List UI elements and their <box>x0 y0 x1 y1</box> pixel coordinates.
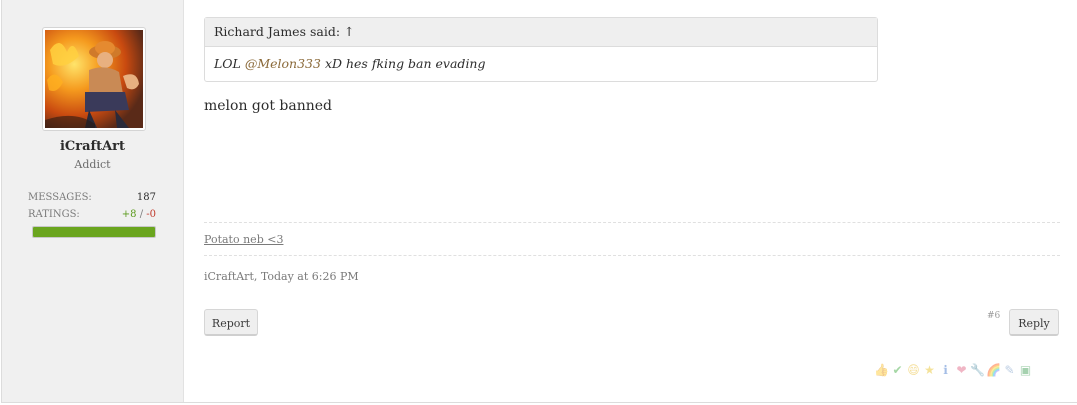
ratings-negative: -0 <box>146 209 156 220</box>
signature-link[interactable]: Potato neb <3 <box>204 233 283 246</box>
ratings-separator: / <box>136 209 147 220</box>
user-title: Addict <box>74 158 111 171</box>
reply-button[interactable]: Reply <box>1009 309 1059 336</box>
rating-bar-fill <box>33 227 155 237</box>
post-number[interactable]: #6 <box>987 311 1000 321</box>
report-button[interactable]: Report <box>204 309 258 336</box>
quote-text: LOL @Melon333 xD hes fking ban evading <box>205 47 877 81</box>
quote-mention-link[interactable]: @Melon333 <box>245 56 321 71</box>
love-icon[interactable]: ❤ <box>954 363 969 377</box>
username[interactable]: iCraftArt <box>2 139 183 154</box>
messages-value[interactable]: 187 <box>137 192 156 203</box>
ratings-positive: +8 <box>121 209 137 220</box>
post-container: iCraftArt Addict MESSAGES: 187 RATINGS: … <box>1 0 1077 403</box>
signature-divider <box>204 222 1060 223</box>
message-text: melon got banned <box>204 98 332 114</box>
creative-icon[interactable]: ✎ <box>1002 363 1017 377</box>
like-icon[interactable]: 👍 <box>874 363 889 377</box>
quote-text-prefix: LOL <box>214 56 245 71</box>
ratings-value: +8 / -0 <box>122 209 156 220</box>
post-meta[interactable]: iCraftArt, Today at 6:26 PM <box>204 270 359 283</box>
user-sidebar: iCraftArt Addict MESSAGES: 187 RATINGS: … <box>2 0 184 402</box>
agree-icon[interactable]: ✔ <box>890 363 905 377</box>
quote-block: Richard James said: ↑ LOL @Melon333 xD h… <box>204 17 878 82</box>
quote-header[interactable]: Richard James said: ↑ <box>205 18 877 47</box>
avatar[interactable] <box>42 27 146 131</box>
informative-icon[interactable]: ℹ <box>938 363 953 377</box>
useful-icon[interactable]: 🔧 <box>970 363 985 377</box>
ratings-label: RATINGS: <box>28 209 80 220</box>
quote-text-suffix: xD hes fking ban evading <box>320 56 486 71</box>
rating-icons-bar: 👍 ✔ 😄 ★ ℹ ❤ 🔧 🌈 ✎ ▣ <box>874 363 1033 377</box>
dumb-icon[interactable]: ▣ <box>1018 363 1033 377</box>
messages-label: MESSAGES: <box>28 192 92 203</box>
rating-bar <box>32 226 156 238</box>
winner-icon[interactable]: ★ <box>922 363 937 377</box>
ratings-stat: RATINGS: +8 / -0 <box>28 209 156 220</box>
avatar-image <box>45 30 143 128</box>
funny-icon[interactable]: 😄 <box>906 363 921 377</box>
rainbow-icon[interactable]: 🌈 <box>986 363 1001 377</box>
meta-divider <box>204 255 1060 256</box>
messages-stat: MESSAGES: 187 <box>28 192 156 203</box>
